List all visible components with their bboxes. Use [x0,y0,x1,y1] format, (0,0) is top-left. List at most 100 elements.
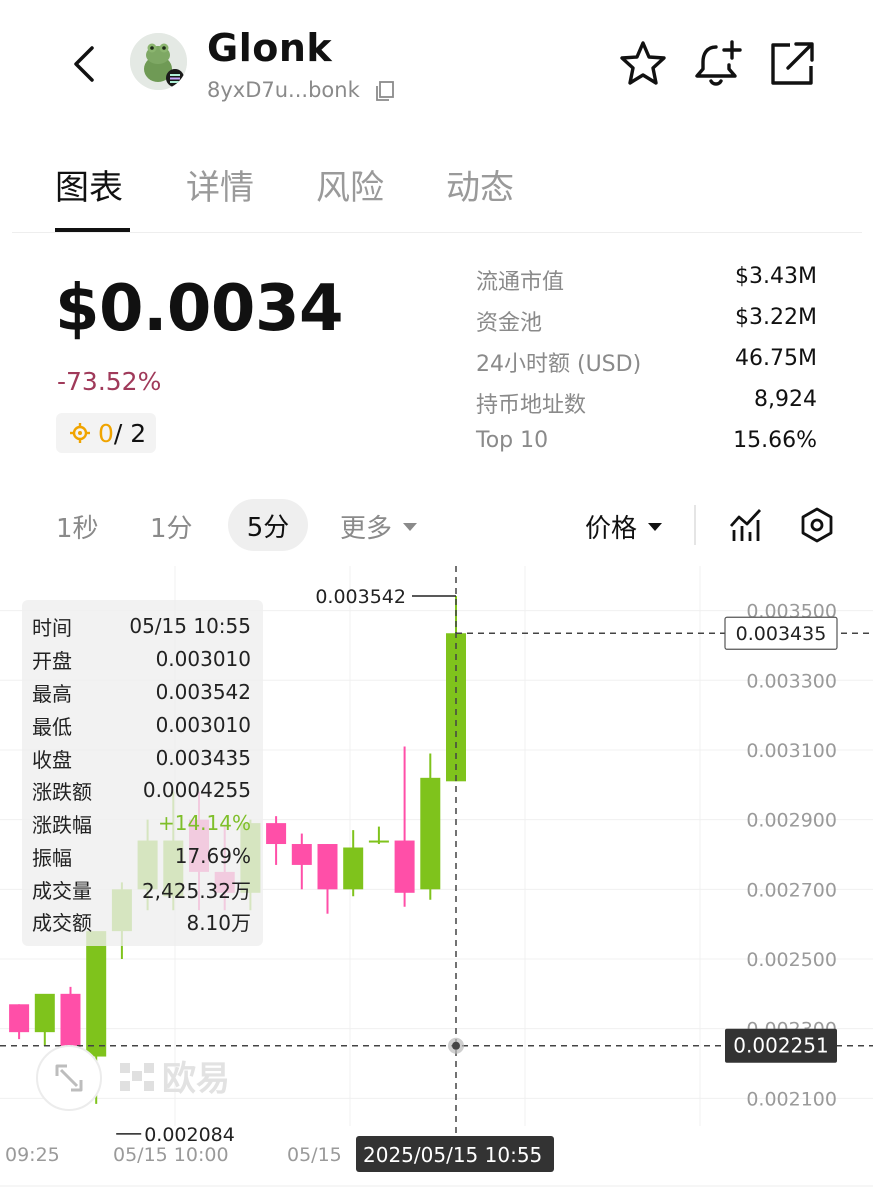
y-tick-label: 0.002500 [746,949,837,971]
stat-value-liquidity: $3.22M [735,305,817,330]
stat-label-top10: Top 10 [476,428,549,453]
bell-plus-icon [695,40,742,86]
active-tab-indicator [55,228,130,232]
tooltip-value: 2,425.32万 [141,878,251,903]
target-icon [70,423,90,443]
y-tick-label: 0.002700 [746,879,837,901]
stat-value-24h-volume: 46.75M [735,346,817,371]
x-tick-label: 05/15 [287,1144,342,1166]
tooltip-label: 开盘 [32,648,72,673]
candle-body [291,844,312,865]
contract-address: 8yxD7u...bonk [207,78,360,102]
x-tick-label: 09:25 [5,1144,60,1166]
tab-details[interactable]: 详情 [186,160,254,209]
interval-5m[interactable]: 5分 [228,499,308,551]
copy-address-button[interactable] [374,80,396,102]
tooltip-value: +14.14% [157,811,251,835]
tooltip-value: 17.69% [174,844,251,868]
tooltip-label: 最高 [32,681,72,706]
stat-label-market-cap: 流通市值 [476,270,565,295]
current-price-label: 0.003435 [736,623,827,645]
chart-indicator-icon [729,509,762,541]
tab-activity[interactable]: 动态 [446,160,514,209]
favorite-button[interactable] [617,38,669,90]
stat-label-24h-volume: 24小时额 (USD) [476,352,642,377]
x-axis: 09:25 05/15 10:00 05/15 2025/05/15 10:55 [5,1136,554,1172]
tooltip-label: 涨跌幅 [32,812,92,837]
price-mode-label: 价格 [585,514,638,544]
candle-body [368,840,389,843]
current-price: $0.0034 [55,272,344,346]
candle-body [34,993,55,1033]
add-alert-button[interactable] [692,38,744,90]
settings-hexagon-icon [801,507,833,543]
tooltip-label: 振幅 [32,845,72,870]
tooltip-label: 时间 [32,615,72,640]
fullscreen-button[interactable] [36,1045,102,1111]
interval-1m[interactable]: 1分 [150,508,193,545]
y-tick-label: 0.002900 [746,810,837,832]
candle-body [394,840,415,893]
watermark-text: 欧易 [162,1059,230,1099]
candle-body [317,844,338,890]
tooltip-value: 0.003010 [155,713,251,737]
caret-down-icon [403,522,418,531]
tab-chart[interactable]: 图表 [55,160,123,209]
y-tick-label: 0.003300 [746,670,837,692]
copy-icon [376,81,394,101]
candle-body [420,777,441,890]
x-tick-label: 05/15 10:00 [113,1144,229,1166]
star-icon [620,41,666,85]
chart-settings-button[interactable] [798,506,836,544]
high-marker-label: 0.003542 [315,586,406,608]
tooltip-label: 成交量 [32,878,92,903]
tooltip-value: 0.003010 [155,647,251,671]
ohlc-tooltip: 时间 05/15 10:55 开盘 0.003010 最高 0.003542 最低 0.… [22,600,263,946]
stat-value-holders: 8,924 [754,387,817,412]
stat-value-market-cap: $3.43M [735,264,817,289]
watermark: 欧易 [120,1059,230,1099]
tooltip-value: 0.003542 [155,680,251,704]
share-button[interactable] [766,38,818,90]
stat-value-top10: 15.66% [733,428,817,453]
tooltip-value: 0.0004255 [142,778,251,802]
low-marker-label: 0.002084 [144,1124,235,1146]
y-tick-label: 0.003100 [746,740,837,762]
score-current: 0 [98,418,114,448]
token-avatar [130,33,187,90]
tab-risk[interactable]: 风险 [316,160,384,209]
tooltip-value: 05/15 10:55 [129,614,251,638]
crosshair-dot [452,1041,460,1050]
interval-1s[interactable]: 1秒 [56,508,99,545]
external-link-icon [771,42,814,85]
toolbar-divider [694,505,696,545]
candle-body [343,847,364,890]
chevron-left-icon [74,46,94,82]
candle-body [9,1004,30,1033]
candle-body [86,931,107,1057]
tooltip-label: 涨跌额 [32,779,92,804]
candle-body [266,823,287,845]
tooltip-label: 收盘 [32,747,72,772]
stat-label-holders: 持币地址数 [476,393,587,418]
interval-more-label: 更多 [340,514,393,544]
price-mode-dropdown[interactable]: 价格 [585,508,665,545]
tooltip-value: 8.10万 [186,910,251,935]
crosshair-price-label: 0.002251 [733,1034,828,1058]
tooltip-label: 成交额 [32,910,92,935]
stat-label-liquidity: 资金池 [476,311,543,336]
score-total: / 2 [113,418,147,448]
tab-divider [12,232,862,233]
indicators-button[interactable] [728,506,764,544]
back-button[interactable] [62,40,106,88]
frog-logo-icon [130,33,187,90]
y-tick-label: 0.002100 [746,1088,837,1110]
tooltip-value: 0.003435 [155,746,251,770]
risk-score-badge[interactable]: 0 / 2 [56,413,157,453]
crosshair-time-label: 2025/05/15 10:55 [363,1143,542,1167]
interval-more-dropdown[interactable]: 更多 [340,508,420,545]
tooltip-label: 最低 [32,714,72,739]
price-change: -73.52% [57,367,162,396]
caret-down-icon [648,522,663,531]
token-title: Glonk [207,26,333,70]
